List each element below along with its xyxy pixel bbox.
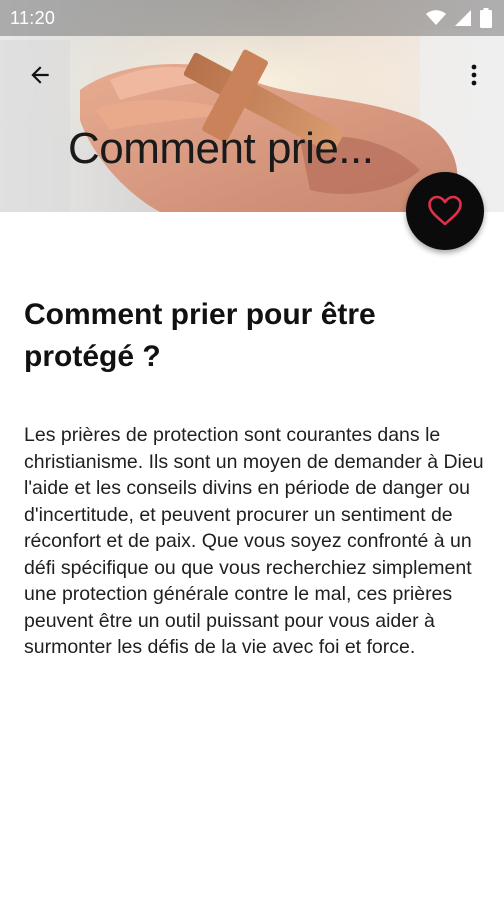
battery-icon (480, 8, 492, 28)
article-content: Comment prier pour être protégé ? Les pr… (24, 294, 484, 661)
wifi-icon (426, 10, 446, 25)
toolbar (0, 50, 504, 100)
arrow-back-icon (31, 66, 49, 84)
overflow-menu-button[interactable] (454, 50, 494, 100)
article-title: Comment prier pour être protégé ? (24, 298, 376, 373)
more-vert-icon (471, 64, 477, 86)
heart-outline-icon (428, 195, 462, 226)
status-icons (426, 8, 492, 28)
status-bar: 11:20 (0, 0, 504, 36)
article-body: Les prières de protection sont courantes… (24, 424, 484, 658)
app-screen: 11:20 Comment prie... Comment prier pour… (0, 0, 504, 900)
back-button[interactable] (16, 50, 64, 100)
favorite-button[interactable] (406, 172, 484, 250)
signal-icon (455, 10, 471, 26)
toolbar-title: Comment prie... (68, 124, 374, 173)
status-time: 11:20 (10, 7, 56, 28)
